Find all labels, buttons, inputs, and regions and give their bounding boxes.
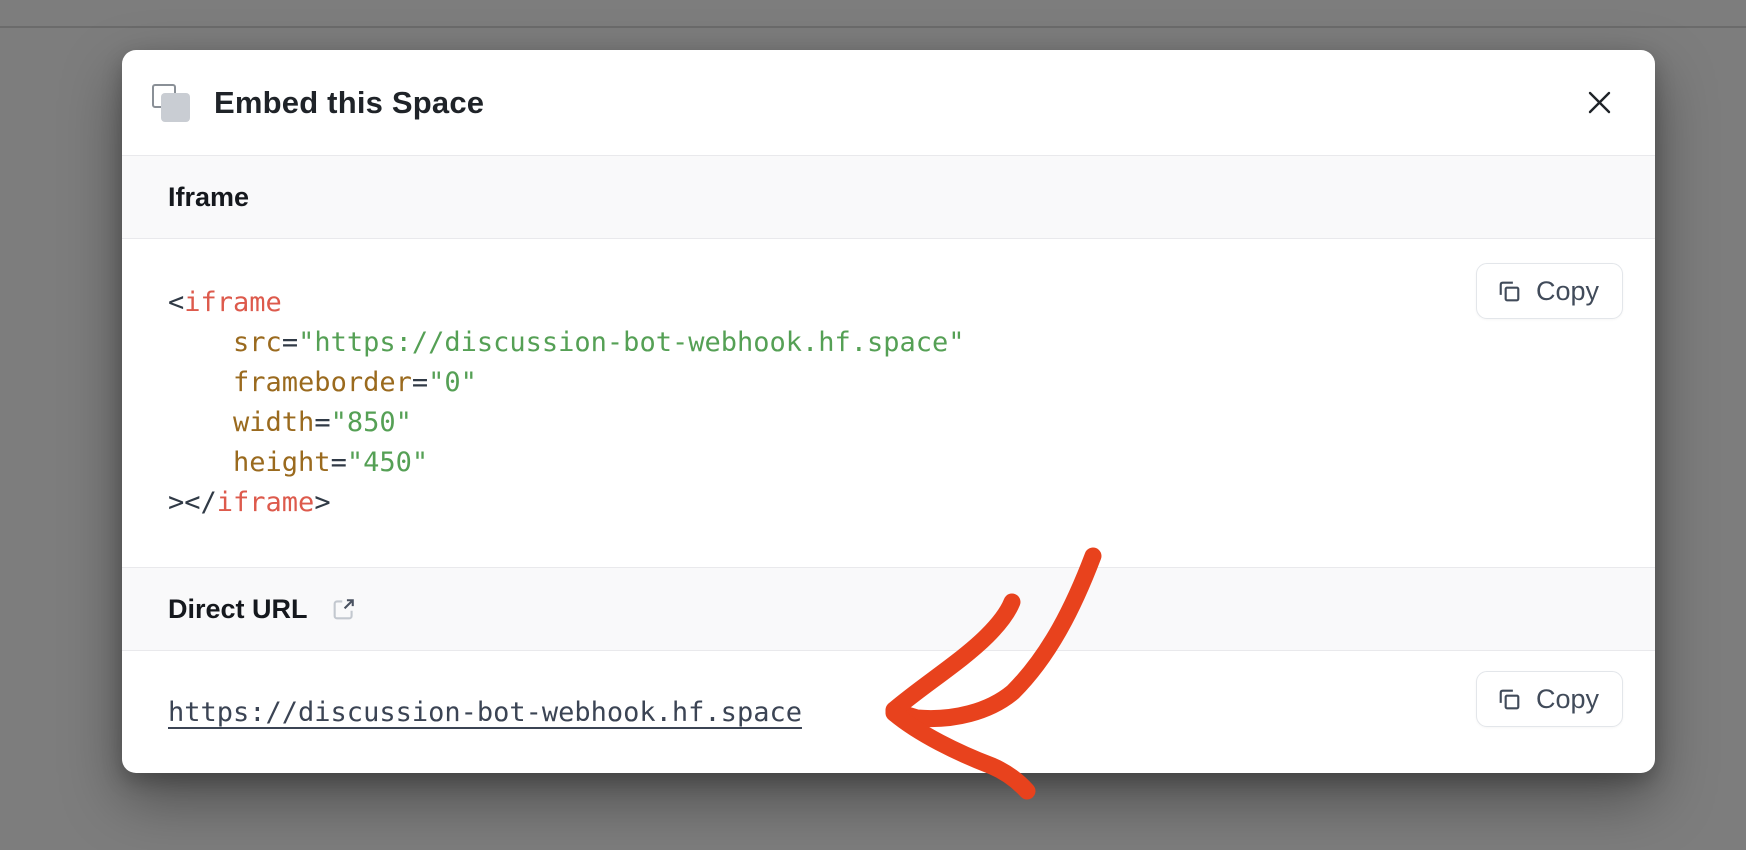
- copy-icon: [1496, 278, 1523, 305]
- code-token-plain: [168, 327, 233, 358]
- code-line: <iframe: [168, 283, 965, 323]
- code-token-punct: =: [412, 367, 428, 398]
- code-token-punct: =: [331, 447, 347, 478]
- code-token-string: "450": [347, 447, 428, 478]
- embed-icon-front-square: [161, 93, 190, 122]
- iframe-section-heading: Iframe: [168, 182, 249, 213]
- code-token-attr: frameborder: [233, 367, 412, 398]
- embed-code-block: <iframe src="https://discussion-bot-webh…: [168, 283, 965, 523]
- code-token-plain: [168, 407, 233, 438]
- code-token-string: "https://discussion-bot-webhook.hf.space…: [298, 327, 964, 358]
- code-token-plain: [168, 447, 233, 478]
- code-token-attr: src: [233, 327, 282, 358]
- code-line: frameborder="0": [168, 363, 965, 403]
- code-token-punct: >: [314, 487, 330, 518]
- iframe-section-band: Iframe: [122, 155, 1655, 239]
- code-token-plain: [168, 367, 233, 398]
- code-line: ></iframe>: [168, 483, 965, 523]
- code-token-attr: width: [233, 407, 314, 438]
- code-line: src="https://discussion-bot-webhook.hf.s…: [168, 323, 965, 363]
- code-token-tag: iframe: [184, 287, 282, 318]
- code-token-tag: iframe: [217, 487, 315, 518]
- code-token-punct: ></: [168, 487, 217, 518]
- copy-direct-url-button[interactable]: Copy: [1476, 671, 1623, 727]
- direct-url-section-band: Direct URL: [122, 567, 1655, 651]
- page-background: Embed this Space Iframe <iframe src="htt…: [0, 0, 1746, 850]
- code-token-punct: =: [314, 407, 330, 438]
- dialog-title: Embed this Space: [214, 85, 484, 121]
- copy-button-label: Copy: [1536, 684, 1599, 715]
- embed-space-dialog: Embed this Space Iframe <iframe src="htt…: [122, 50, 1655, 773]
- dialog-header: Embed this Space: [122, 50, 1655, 155]
- code-token-string: "850": [331, 407, 412, 438]
- embed-icon: [152, 84, 190, 122]
- page-top-border: [0, 26, 1746, 28]
- copy-icon: [1496, 686, 1523, 713]
- external-link-icon: [330, 595, 358, 623]
- code-token-attr: height: [233, 447, 331, 478]
- copy-button-label: Copy: [1536, 276, 1599, 307]
- close-button[interactable]: [1577, 81, 1621, 125]
- code-line: width="850": [168, 403, 965, 443]
- close-icon: [1588, 91, 1611, 114]
- code-line: height="450": [168, 443, 965, 483]
- code-token-punct: <: [168, 287, 184, 318]
- open-direct-url-button[interactable]: [330, 595, 358, 623]
- code-token-string: "0": [428, 367, 477, 398]
- copy-iframe-code-button[interactable]: Copy: [1476, 263, 1623, 319]
- direct-url-section: https://discussion-bot-webhook.hf.space …: [122, 651, 1655, 773]
- direct-url-link[interactable]: https://discussion-bot-webhook.hf.space: [168, 697, 802, 728]
- iframe-code-section: <iframe src="https://discussion-bot-webh…: [122, 239, 1655, 567]
- code-token-punct: =: [282, 327, 298, 358]
- direct-url-section-heading: Direct URL: [168, 594, 308, 625]
